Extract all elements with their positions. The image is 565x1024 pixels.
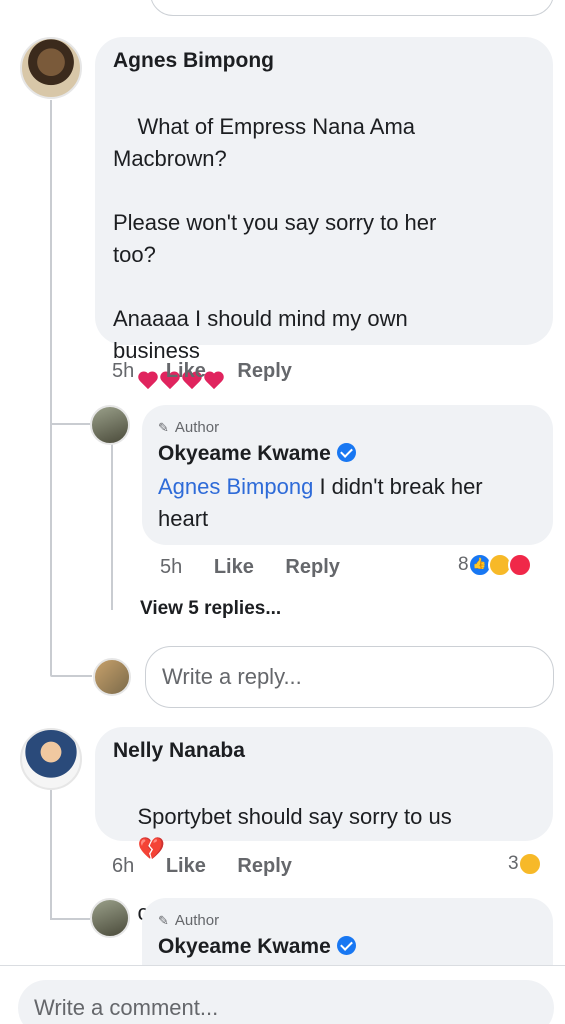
author-tag-label: Author: [174, 912, 220, 929]
reply-text: Agnes Bimpong I didn't break her heart: [158, 471, 548, 535]
pen-icon: ✎: [158, 419, 169, 435]
comment-text-line: Sportybet should say sorry to us: [137, 804, 452, 829]
commenter-name[interactable]: Okyeame Kwame: [158, 442, 331, 465]
reaction-count: 8: [458, 554, 469, 575]
timestamp: 6h: [112, 855, 135, 877]
comment-input[interactable]: Write a comment...: [18, 980, 554, 1024]
comment-bubble: Nelly Nanaba Sportybet should say sorry …: [95, 727, 553, 925]
avatar[interactable]: [90, 898, 130, 938]
thread-line: [50, 768, 52, 918]
timestamp: 5h: [112, 360, 135, 382]
like-button[interactable]: Like: [214, 556, 254, 578]
avatar[interactable]: [20, 37, 82, 99]
thread-branch: [50, 423, 90, 425]
reply-button[interactable]: Reply: [237, 360, 291, 382]
reply-input[interactable]: Write a reply...: [145, 646, 554, 708]
like-button[interactable]: Like: [166, 855, 206, 877]
reaction-count: 3: [508, 853, 519, 874]
like-button[interactable]: Like: [166, 360, 206, 382]
thread-line: [50, 100, 52, 675]
verified-badge-icon: [336, 936, 356, 955]
commenter-name[interactable]: Agnes Bimpong: [113, 49, 274, 73]
comment-composer-bar: Write a comment...: [0, 965, 565, 1024]
comment-actions: 5h Like Reply: [112, 360, 292, 383]
reply-button[interactable]: Reply: [237, 855, 291, 877]
comment-actions: 6h Like Reply: [112, 855, 292, 878]
author-tag: ✎ Author: [158, 419, 219, 436]
mention-link[interactable]: Agnes Bimpong: [158, 474, 313, 499]
commenter-name-row: Okyeame Kwame: [158, 442, 356, 466]
avatar: [93, 658, 131, 696]
commenter-name-row: Okyeame Kwame: [158, 935, 356, 959]
thread-branch: [50, 918, 90, 920]
pen-icon: ✎: [158, 912, 169, 928]
author-tag-label: Author: [174, 419, 220, 436]
comment-input-placeholder: Write a comment...: [34, 995, 219, 1020]
previous-reply-box: [150, 0, 554, 16]
thread-line: [111, 440, 113, 610]
avatar[interactable]: [20, 728, 82, 790]
reply-bubble: ✎ Author Okyeame Kwame Agnes Bimpong I d…: [142, 405, 553, 545]
verified-badge-icon: [336, 443, 356, 462]
reaction-summary[interactable]: 8: [458, 553, 532, 577]
reply-actions: 5h Like Reply: [160, 556, 340, 579]
comment-text-body: What of Empress Nana Ama Macbrown? Pleas…: [113, 114, 437, 363]
thread-branch: [50, 675, 92, 677]
commenter-name[interactable]: Okyeame Kwame: [158, 935, 331, 958]
reply-input-placeholder: Write a reply...: [162, 664, 302, 689]
author-tag: ✎ Author: [158, 912, 219, 929]
avatar[interactable]: [90, 405, 130, 445]
haha-reaction-icon: [517, 852, 542, 876]
timestamp: 5h: [160, 556, 183, 578]
comment-bubble: Agnes Bimpong What of Empress Nana Ama M…: [95, 37, 553, 363]
love-reaction-icon: [507, 553, 532, 577]
reply-button[interactable]: Reply: [285, 556, 339, 578]
commenter-name[interactable]: Nelly Nanaba: [113, 739, 245, 763]
view-replies-link[interactable]: View 5 replies...: [140, 598, 281, 620]
reaction-summary[interactable]: 3: [508, 852, 542, 876]
